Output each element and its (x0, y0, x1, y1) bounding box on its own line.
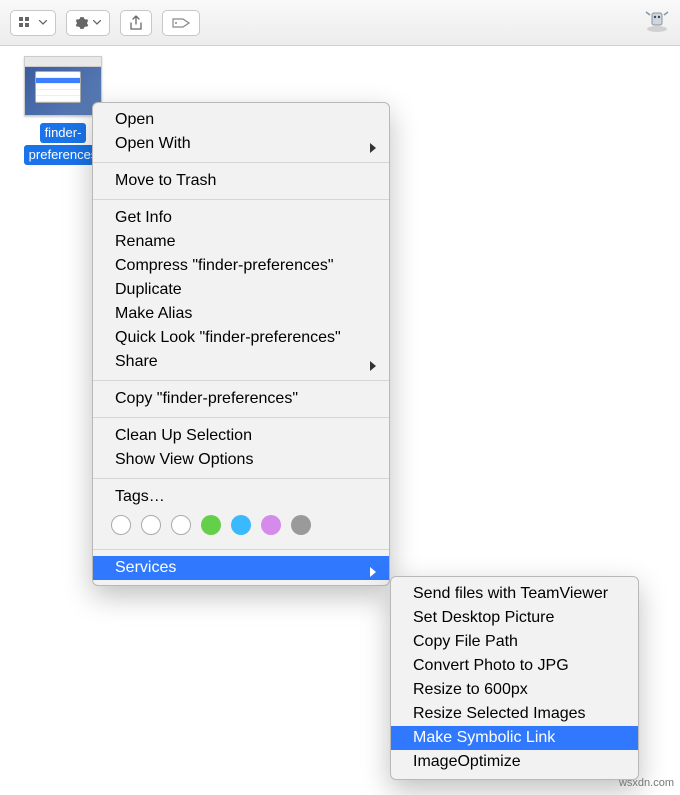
menu-services[interactable]: Services (93, 556, 389, 580)
tags-row (93, 509, 389, 543)
tag-color-dot[interactable] (141, 515, 161, 535)
services-item[interactable]: Convert Photo to JPG (391, 654, 638, 678)
file-thumbnail (24, 56, 102, 116)
tag-color-dot[interactable] (261, 515, 281, 535)
submenu-arrow-icon (369, 562, 377, 586)
share-button[interactable] (120, 10, 152, 36)
view-mode-button[interactable] (10, 10, 56, 36)
menu-get-info[interactable]: Get Info (93, 206, 389, 230)
services-submenu: Send files with TeamViewerSet Desktop Pi… (390, 576, 639, 780)
context-menu: Open Open With Move to Trash Get Info Re… (92, 102, 390, 586)
services-item[interactable]: Resize Selected Images (391, 702, 638, 726)
menu-tags[interactable]: Tags… (93, 485, 389, 509)
menu-label: Open With (115, 135, 191, 152)
menu-share[interactable]: Share (93, 350, 389, 374)
submenu-arrow-icon (369, 138, 377, 162)
watermark: wsxdn.com (619, 777, 674, 789)
grid-icon (19, 17, 35, 29)
services-item[interactable]: Make Symbolic Link (391, 726, 638, 750)
menu-open[interactable]: Open (93, 108, 389, 132)
tag-color-dot[interactable] (231, 515, 251, 535)
menu-separator (93, 417, 389, 418)
services-item[interactable]: Copy File Path (391, 630, 638, 654)
menu-quick-look[interactable]: Quick Look "finder-preferences" (93, 326, 389, 350)
automator-icon (644, 7, 670, 38)
menu-copy[interactable]: Copy "finder-preferences" (93, 387, 389, 411)
menu-separator (93, 162, 389, 163)
tag-icon (171, 17, 191, 29)
menu-rename[interactable]: Rename (93, 230, 389, 254)
menu-clean-up[interactable]: Clean Up Selection (93, 424, 389, 448)
services-item[interactable]: Resize to 600px (391, 678, 638, 702)
menu-separator (93, 380, 389, 381)
tag-color-dot[interactable] (201, 515, 221, 535)
submenu-arrow-icon (369, 356, 377, 380)
menu-separator (93, 549, 389, 550)
services-item[interactable]: Send files with TeamViewer (391, 582, 638, 606)
menu-open-with[interactable]: Open With (93, 132, 389, 156)
share-icon (129, 15, 143, 31)
action-menu-button[interactable] (66, 10, 110, 36)
menu-compress[interactable]: Compress "finder-preferences" (93, 254, 389, 278)
chevron-down-icon (39, 20, 47, 25)
menu-separator (93, 478, 389, 479)
tag-color-dot[interactable] (291, 515, 311, 535)
finder-toolbar (0, 0, 680, 46)
menu-view-options[interactable]: Show View Options (93, 448, 389, 472)
gear-icon (75, 16, 89, 30)
menu-label: Services (115, 559, 176, 576)
chevron-down-icon (93, 20, 101, 25)
menu-duplicate[interactable]: Duplicate (93, 278, 389, 302)
menu-separator (93, 199, 389, 200)
services-item[interactable]: ImageOptimize (391, 750, 638, 774)
menu-move-to-trash[interactable]: Move to Trash (93, 169, 389, 193)
tag-color-dot[interactable] (171, 515, 191, 535)
tag-color-dot[interactable] (111, 515, 131, 535)
tags-button[interactable] (162, 10, 200, 36)
services-item[interactable]: Set Desktop Picture (391, 606, 638, 630)
menu-make-alias[interactable]: Make Alias (93, 302, 389, 326)
menu-label: Share (115, 353, 158, 370)
